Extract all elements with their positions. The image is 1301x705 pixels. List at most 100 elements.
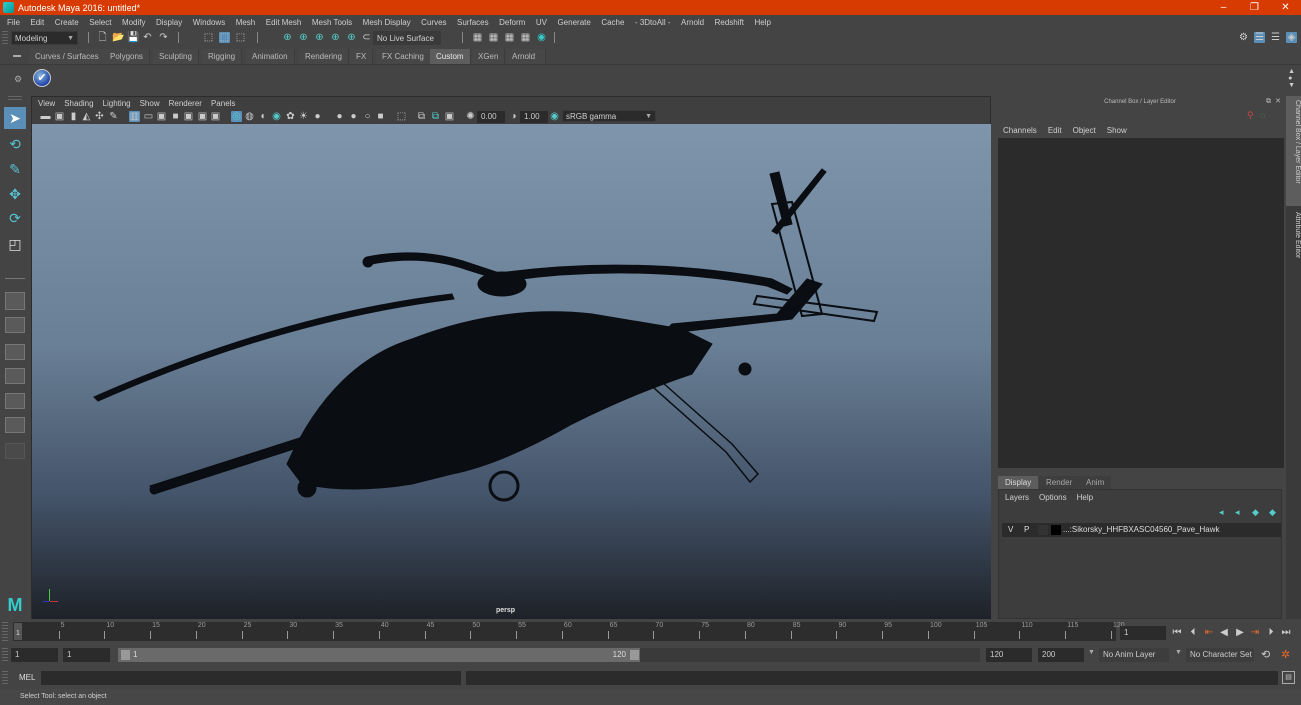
range-slider-handle[interactable]: 1 120 — [118, 648, 640, 662]
shelf-menu-icon[interactable] — [13, 55, 21, 57]
layer-visibility-toggle[interactable]: V — [1008, 523, 1013, 537]
save-scene-icon[interactable]: 💾 — [127, 32, 139, 43]
layer-reference-toggle[interactable] — [1038, 525, 1048, 535]
hud-icon[interactable]: ▣ — [444, 111, 455, 122]
shelf-tab-xgen[interactable]: XGen — [472, 49, 506, 64]
go-to-start-icon[interactable]: ⏮ — [1171, 627, 1183, 639]
shelf-tab-sculpting[interactable]: Sculpting — [153, 49, 199, 64]
status-line-grip[interactable] — [2, 31, 8, 44]
select-tool-icon[interactable]: ➤ — [4, 107, 26, 129]
menu-arnold[interactable]: Arnold — [681, 18, 704, 27]
motion-blur-icon[interactable]: ● — [334, 111, 345, 122]
shelf-tab-polygons[interactable]: Polygons — [104, 49, 150, 64]
range-slider-track[interactable]: 1 120 — [118, 648, 980, 662]
playback-end-field[interactable]: 120 — [986, 648, 1032, 662]
render-view-icon[interactable]: ▦ — [472, 32, 483, 43]
redo-icon[interactable]: ↷ — [158, 32, 169, 43]
open-scene-icon[interactable]: 📂 — [112, 32, 124, 43]
move-layer-down-icon[interactable]: ◂ — [1235, 507, 1240, 518]
playback-start-field[interactable]: 1 — [63, 648, 110, 662]
side-tab-attribute-editor[interactable]: Attribute Editor — [1286, 208, 1301, 280]
speed-axis-icon[interactable]: ◌ — [1260, 110, 1265, 120]
move-layer-up-icon[interactable]: ◂ — [1219, 507, 1224, 518]
persp-uv-layout-icon[interactable] — [5, 417, 25, 433]
channel-box-list[interactable] — [998, 138, 1284, 468]
menu-help[interactable]: Help — [754, 18, 770, 27]
attribute-editor-toggle-icon[interactable]: ☰ — [1254, 32, 1265, 43]
shelf-tab-custom[interactable]: Custom — [430, 49, 471, 64]
shadows-icon[interactable]: ☀ — [298, 111, 309, 122]
menu-mesh-tools[interactable]: Mesh Tools — [312, 18, 352, 27]
select-hierarchy-icon[interactable]: ⬚ — [203, 32, 214, 43]
color-management-icon[interactable]: ◉ — [549, 111, 560, 122]
use-all-lights-icon[interactable]: ✿ — [285, 111, 296, 122]
film-gate-icon[interactable]: ▭ — [143, 111, 154, 122]
channel-box-toggle-icon[interactable]: ◈ — [1286, 32, 1297, 43]
multisample-aa-icon[interactable]: ● — [348, 111, 359, 122]
3d-viewport[interactable]: persp — [32, 124, 991, 619]
layer-name[interactable]: ...:Sikorsky_HHFBXASC04560_Pave_Hawk — [1063, 523, 1220, 537]
scale-tool-icon[interactable]: ◰ — [4, 233, 26, 255]
menu-edit[interactable]: Edit — [30, 18, 44, 27]
smooth-shade-icon[interactable]: ◍ — [244, 111, 255, 122]
gate-mask-icon[interactable]: ■ — [170, 111, 181, 122]
play-backward-icon[interactable]: ◀ — [1218, 627, 1230, 639]
camera-attributes-icon[interactable]: ▣ — [54, 111, 65, 122]
more-layouts-icon[interactable] — [5, 443, 25, 459]
select-object-icon[interactable]: ⬚ — [219, 32, 230, 43]
bookmarks-icon[interactable]: ▮ — [68, 111, 79, 122]
shelf-tab-animation[interactable]: Animation — [246, 49, 295, 64]
layer-tab-render[interactable]: Render — [1039, 476, 1080, 489]
shelf-scroll-icon[interactable]: ▲ ● ▼ — [1288, 68, 1295, 89]
2d-pan-zoom-icon[interactable]: ✣ — [94, 111, 105, 122]
exposure-icon[interactable]: ✺ — [465, 111, 476, 122]
shelf-tab-fx[interactable]: FX — [350, 49, 374, 64]
step-forward-frame-icon[interactable]: ⇥ — [1249, 627, 1261, 639]
range-start-knob[interactable] — [121, 650, 130, 660]
le-menu-options[interactable]: Options — [1039, 493, 1067, 502]
persp-graph-layout-icon[interactable] — [5, 368, 25, 384]
chevron-down-icon[interactable]: ▼ — [1088, 649, 1095, 656]
shelf-tab-rendering[interactable]: Rendering — [299, 49, 349, 64]
menu-edit-mesh[interactable]: Edit Mesh — [266, 18, 302, 27]
render-frame-icon[interactable]: ▦ — [488, 32, 499, 43]
shelf-tab-curves-surfaces[interactable]: Curves / Surfaces — [29, 49, 106, 64]
menu-redshift[interactable]: Redshift — [715, 18, 744, 27]
layer-playback-toggle[interactable]: P — [1024, 523, 1029, 537]
make-live-icon[interactable]: ⊂ — [361, 32, 372, 43]
xray-components-icon[interactable]: ⧉ — [430, 111, 441, 122]
command-input[interactable] — [41, 671, 461, 685]
select-camera-icon[interactable]: ▬ — [40, 111, 51, 122]
animation-end-field[interactable]: 200 — [1038, 648, 1084, 662]
toolbox-grip[interactable] — [8, 96, 22, 100]
menu-select[interactable]: Select — [89, 18, 111, 27]
move-tool-icon[interactable]: ✥ — [4, 183, 26, 205]
snap-grid-icon[interactable]: ⊕ — [282, 32, 293, 43]
custom-shelf-check-icon[interactable]: ✔ — [33, 69, 51, 87]
menu-mesh[interactable]: Mesh — [236, 18, 256, 27]
xray-icon[interactable]: ⬚ — [396, 111, 407, 122]
minimize-button[interactable]: – — [1208, 0, 1239, 15]
gamma-field[interactable]: 1.00 — [520, 111, 548, 123]
cb-menu-edit[interactable]: Edit — [1048, 126, 1062, 135]
play-forward-icon[interactable]: ▶ — [1234, 627, 1246, 639]
current-frame-field[interactable]: 1 — [1120, 626, 1166, 640]
snap-point-icon[interactable]: ⊕ — [314, 32, 325, 43]
manipulator-axis-icon[interactable]: ⚲ — [1247, 110, 1254, 121]
grease-pencil-icon[interactable]: ✎ — [108, 111, 119, 122]
panel-menu-view[interactable]: View — [38, 99, 55, 108]
wireframe-icon[interactable]: ◎ — [231, 111, 242, 122]
modeling-toolkit-icon[interactable]: ⚙ — [1238, 32, 1249, 43]
exposure-field[interactable]: 0.00 — [477, 111, 505, 123]
live-surface-field[interactable]: No Live Surface — [373, 31, 441, 45]
menu-cache[interactable]: Cache — [601, 18, 624, 27]
anim-layer-dropdown[interactable]: No Anim Layer — [1099, 648, 1169, 662]
render-settings-icon[interactable]: ▦ — [520, 32, 531, 43]
menu-generate[interactable]: Generate — [557, 18, 590, 27]
menu-deform[interactable]: Deform — [499, 18, 525, 27]
menu-create[interactable]: Create — [55, 18, 79, 27]
layer-row[interactable]: V P ...:Sikorsky_HHFBXASC04560_Pave_Hawk — [1002, 523, 1281, 537]
range-slider-grip[interactable] — [2, 648, 8, 662]
step-forward-key-icon[interactable]: ⏵ — [1265, 627, 1277, 639]
single-perspective-layout-icon[interactable] — [5, 292, 25, 310]
